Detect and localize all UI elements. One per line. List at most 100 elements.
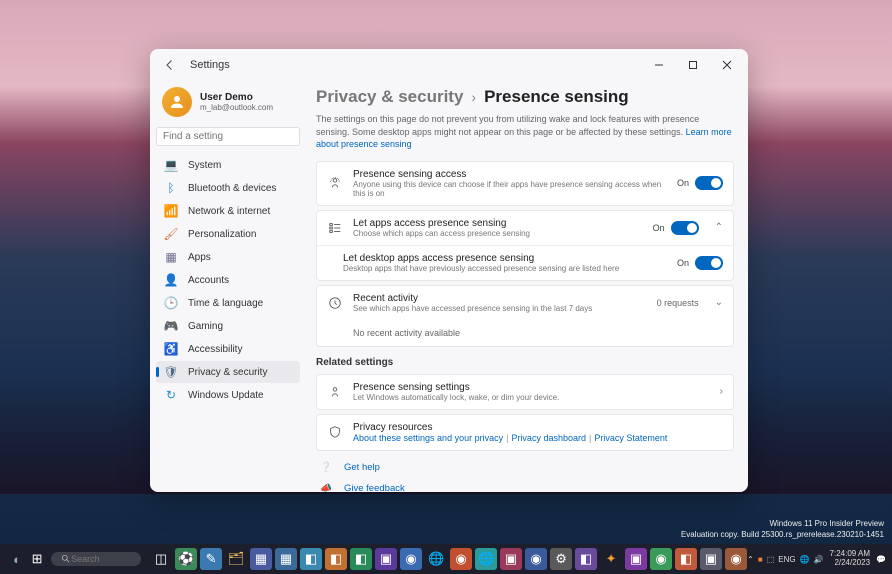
- sidebar-item-accessibility[interactable]: ♿Accessibility: [156, 338, 300, 360]
- task-view-icon[interactable]: ◫: [150, 548, 172, 570]
- get-help-link[interactable]: ❔ Get help: [316, 457, 734, 478]
- toggle-desktop-apps[interactable]: [695, 256, 723, 270]
- nav-icon: ▦: [164, 250, 178, 264]
- minimize-button[interactable]: [642, 51, 676, 79]
- request-count: 0 requests: [657, 298, 699, 308]
- search-box[interactable]: [156, 127, 300, 146]
- presence-icon: [327, 384, 343, 400]
- file-explorer-icon[interactable]: 🗂: [225, 548, 247, 570]
- nav-icon: 🕒: [164, 296, 178, 310]
- app-icon[interactable]: ◧: [675, 548, 697, 570]
- app-icon[interactable]: ◉: [725, 548, 747, 570]
- app-icon[interactable]: ▦: [250, 548, 272, 570]
- setting-desktop-apps: Let desktop apps access presence sensing…: [317, 245, 733, 280]
- nav-label: Time & language: [188, 298, 263, 309]
- app-icon[interactable]: ✎: [200, 548, 222, 570]
- privacy-link-dashboard[interactable]: Privacy dashboard: [511, 433, 586, 443]
- setting-recent-activity[interactable]: Recent activity See which apps have acce…: [317, 286, 733, 320]
- settings-window: Settings User Demo m_lab@outlook.com �: [150, 49, 748, 492]
- setting-presence-access: Presence sensing access Anyone using thi…: [317, 162, 733, 205]
- app-icon[interactable]: ⚽: [175, 548, 197, 570]
- app-icon[interactable]: ▣: [375, 548, 397, 570]
- nav-icon: 🎮: [164, 319, 178, 333]
- build-watermark: Windows 11 Pro Insider Preview Evaluatio…: [681, 519, 884, 540]
- edge-icon[interactable]: 🌐: [425, 548, 447, 570]
- sidebar-item-network-internet[interactable]: 📶Network & internet: [156, 200, 300, 222]
- sidebar-item-windows-update[interactable]: ↻Windows Update: [156, 384, 300, 406]
- chevron-right-icon: ›: [471, 89, 476, 105]
- related-privacy-resources: Privacy resources About these settings a…: [317, 415, 733, 450]
- toggle-presence-access[interactable]: [695, 176, 723, 190]
- app-icon[interactable]: ◧: [300, 548, 322, 570]
- nav-label: Windows Update: [188, 390, 264, 401]
- app-icon[interactable]: ◉: [525, 548, 547, 570]
- setting-apps-access[interactable]: Let apps access presence sensing Choose …: [317, 211, 733, 245]
- app-icon[interactable]: ◧: [575, 548, 597, 570]
- tray-icon[interactable]: ■: [758, 555, 763, 564]
- app-icon[interactable]: ▣: [625, 548, 647, 570]
- nav-label: Bluetooth & devices: [188, 183, 276, 194]
- widgets-icon[interactable]: ◐: [6, 548, 28, 570]
- app-icon[interactable]: ◉: [650, 548, 672, 570]
- user-name: User Demo: [200, 92, 273, 103]
- sidebar-item-privacy-security[interactable]: 🛡Privacy & security: [156, 361, 300, 383]
- nav-label: Apps: [188, 252, 211, 263]
- sidebar-item-apps[interactable]: ▦ Apps: [156, 246, 300, 268]
- network-icon[interactable]: 🌐: [800, 555, 810, 564]
- chevron-down-icon: ⌄: [715, 297, 723, 308]
- app-icon[interactable]: ▣: [700, 548, 722, 570]
- search-input[interactable]: [163, 131, 295, 142]
- toggle-apps-access[interactable]: [671, 221, 699, 235]
- privacy-link-about[interactable]: About these settings and your privacy: [353, 433, 503, 443]
- help-icon: ❔: [320, 462, 334, 473]
- start-button[interactable]: ⊞: [26, 548, 48, 570]
- close-button[interactable]: [710, 51, 744, 79]
- app-icon[interactable]: 🌐: [475, 548, 497, 570]
- sidebar-item-system[interactable]: 💻System: [156, 154, 300, 176]
- nav-label: Personalization: [188, 229, 256, 240]
- sidebar-item-gaming[interactable]: 🎮Gaming: [156, 315, 300, 337]
- app-icon[interactable]: ◉: [450, 548, 472, 570]
- clock[interactable]: 7:24:09 AM 2/24/2023: [830, 550, 870, 568]
- presence-icon: [327, 175, 343, 191]
- nav-icon: ᛒ: [164, 181, 178, 195]
- sidebar-item-personalization[interactable]: 🖌Personalization: [156, 223, 300, 245]
- avatar: [162, 87, 192, 117]
- nav-icon: ♿: [164, 342, 178, 356]
- chevron-right-icon: ›: [720, 386, 723, 397]
- privacy-link-statement[interactable]: Privacy Statement: [594, 433, 667, 443]
- titlebar: Settings: [150, 49, 748, 81]
- breadcrumb-parent[interactable]: Privacy & security: [316, 87, 463, 107]
- user-account-block[interactable]: User Demo m_lab@outlook.com: [156, 83, 300, 127]
- nav-label: Network & internet: [188, 206, 270, 217]
- feedback-icon: 📣: [320, 483, 334, 492]
- taskbar-search[interactable]: [51, 552, 141, 566]
- sidebar-item-time-language[interactable]: 🕒 Time & language: [156, 292, 300, 314]
- window-title: Settings: [190, 59, 230, 71]
- intro-text: The settings on this page do not prevent…: [316, 113, 734, 151]
- sidebar-item-bluetooth-devices[interactable]: ᛒ Bluetooth & devices: [156, 177, 300, 199]
- app-icon[interactable]: ▣: [500, 548, 522, 570]
- app-icon[interactable]: ◧: [350, 548, 372, 570]
- app-icon[interactable]: ▦: [275, 548, 297, 570]
- tray-icon[interactable]: ⌃: [747, 555, 754, 564]
- app-icon[interactable]: ✦: [600, 548, 622, 570]
- nav-icon: 💻: [164, 158, 178, 172]
- language-indicator[interactable]: ENG: [778, 555, 795, 564]
- breadcrumb-current: Presence sensing: [484, 87, 629, 107]
- chevron-up-icon: ⌃: [715, 222, 723, 233]
- user-email: m_lab@outlook.com: [200, 103, 273, 112]
- related-header: Related settings: [316, 357, 734, 368]
- related-presence-settings[interactable]: Presence sensing settings Let Windows au…: [317, 375, 733, 409]
- app-icon[interactable]: ◧: [325, 548, 347, 570]
- nav-icon: 👤: [164, 273, 178, 287]
- app-icon[interactable]: ⚙: [550, 548, 572, 570]
- back-button[interactable]: [154, 49, 186, 81]
- give-feedback-link[interactable]: 📣 Give feedback: [316, 478, 734, 492]
- sidebar-item-accounts[interactable]: 👤Accounts: [156, 269, 300, 291]
- maximize-button[interactable]: [676, 51, 710, 79]
- notifications-icon[interactable]: 💬: [876, 555, 886, 564]
- app-icon[interactable]: ◉: [400, 548, 422, 570]
- volume-icon[interactable]: 🔊: [814, 555, 824, 564]
- tray-icon[interactable]: ⬚: [767, 555, 775, 564]
